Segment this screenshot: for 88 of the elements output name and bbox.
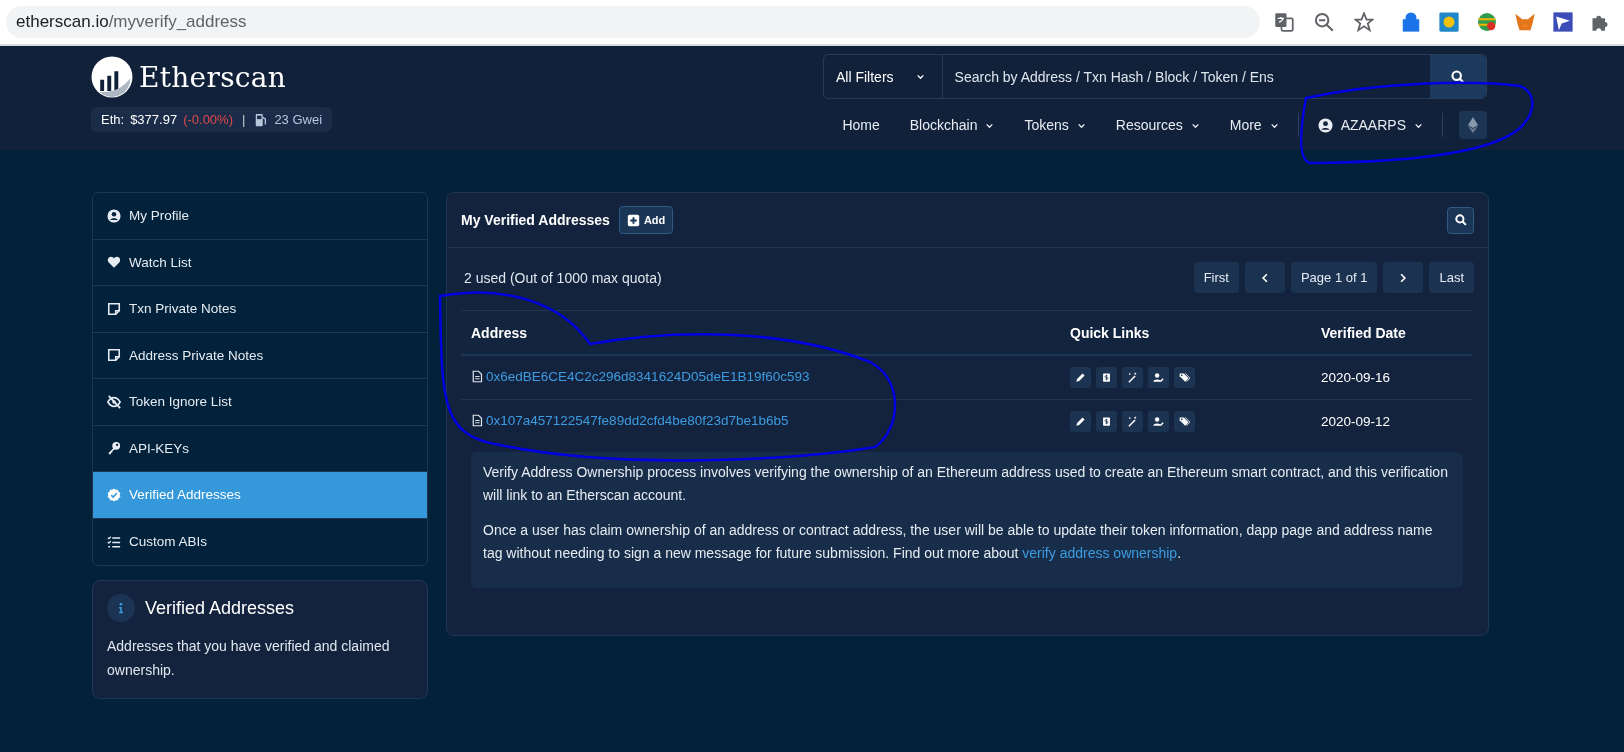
column-header: Verified Date bbox=[1311, 310, 1472, 355]
quick-link-button[interactable] bbox=[1070, 367, 1091, 388]
account-menu[interactable]: AZAARPS bbox=[1302, 117, 1438, 133]
first-page-button[interactable]: First bbox=[1193, 262, 1239, 293]
user-circle-icon bbox=[107, 208, 121, 223]
tags-icon bbox=[1179, 416, 1190, 427]
quick-link-button[interactable] bbox=[1174, 411, 1195, 432]
search-field[interactable]: All Filters Search by Address / Txn Hash / Block / Token / Ens bbox=[823, 54, 1487, 99]
chevron-left-icon bbox=[1259, 272, 1270, 283]
sidebar-item[interactable]: Watch List bbox=[93, 239, 427, 286]
nav-link[interactable]: Tokens bbox=[1009, 117, 1101, 133]
eth-price: $377.97 bbox=[130, 112, 178, 127]
translate-icon[interactable] bbox=[1274, 12, 1294, 32]
plus-square-icon bbox=[626, 213, 640, 227]
address-link[interactable]: 0x6edBE6CE4C2c296d8341624D05deE1B19f60c593 bbox=[486, 369, 810, 384]
quick-link-button[interactable] bbox=[1122, 367, 1143, 388]
key-icon bbox=[107, 441, 121, 456]
magic-wand-icon bbox=[1127, 372, 1138, 383]
eye-slash-icon bbox=[107, 394, 121, 409]
last-page-button[interactable]: Last bbox=[1429, 262, 1474, 293]
note-icon bbox=[107, 301, 121, 316]
sidebar-item[interactable]: Token Ignore List bbox=[93, 379, 427, 426]
note-paragraph: Verify Address Ownership process involves verifying the ownership of an Ethereum address used to create an Ethereum smart contract, and this verification will link to an Etherscan account. bbox=[483, 463, 1449, 505]
filter-dropdown[interactable]: All Filters bbox=[824, 55, 943, 98]
chevron-right-icon bbox=[1398, 272, 1409, 283]
quick-link-button[interactable] bbox=[1122, 411, 1143, 432]
magic-wand-icon bbox=[1127, 416, 1138, 427]
nav-link[interactable]: More bbox=[1214, 117, 1294, 133]
globe-icon[interactable] bbox=[1476, 11, 1498, 33]
nav-link[interactable]: Resources bbox=[1100, 117, 1215, 133]
page-indicator: Page 1 of 1 bbox=[1290, 262, 1378, 293]
quick-link-button[interactable] bbox=[1096, 367, 1117, 388]
search-button[interactable] bbox=[1430, 55, 1486, 98]
gas-price: 23 Gwei bbox=[274, 112, 323, 127]
sidebar-item[interactable]: Address Private Notes bbox=[93, 332, 427, 379]
address-bar[interactable]: etherscan.io/myverify_address bbox=[6, 6, 1260, 38]
gas-pump-icon bbox=[254, 112, 269, 127]
network-button[interactable] bbox=[1459, 111, 1487, 139]
sidebar-item[interactable]: Custom ABIs bbox=[93, 518, 427, 565]
info-title: Verified Addresses bbox=[145, 597, 295, 619]
verified-date: 2020-09-12 bbox=[1311, 399, 1472, 443]
extension-icon[interactable] bbox=[1438, 11, 1460, 33]
price-change: (-0.00%) bbox=[183, 112, 233, 127]
sidebar-item[interactable]: Txn Private Notes bbox=[93, 286, 427, 333]
send-icon[interactable] bbox=[1552, 11, 1574, 33]
info-text: Addresses that you have verified and claimed ownership. bbox=[107, 637, 391, 680]
note-icon bbox=[107, 348, 121, 363]
note-paragraph: Once a user has claim ownership of an address or contract address, the user will be able to update their token information, dapp page and address name tag without needing to sign a new message for future submission. Find out more about verify address ownership. bbox=[483, 521, 1434, 563]
check-badge-icon bbox=[107, 487, 121, 502]
file-icon bbox=[471, 370, 483, 383]
sidebar-item[interactable]: My Profile bbox=[93, 193, 427, 240]
search-icon bbox=[1454, 214, 1467, 226]
add-button[interactable]: Add bbox=[618, 206, 674, 234]
star-icon[interactable] bbox=[1354, 12, 1374, 32]
address-link[interactable]: 0x107a457122547fe89dd2cfd4be80f23d7be1b6b5 bbox=[486, 413, 789, 428]
nav-link[interactable]: Home bbox=[827, 117, 895, 133]
quick-link-button[interactable] bbox=[1070, 411, 1091, 432]
column-header: Quick Links bbox=[1060, 310, 1311, 355]
search-icon bbox=[1451, 69, 1465, 84]
user-edit-icon bbox=[1153, 372, 1164, 383]
quick-link-button[interactable] bbox=[1174, 367, 1195, 388]
user-edit-icon bbox=[1153, 416, 1164, 427]
quick-link-button[interactable] bbox=[1148, 411, 1169, 432]
quota-text: 2 used (Out of 1000 max quota) bbox=[464, 269, 662, 286]
checklist-icon bbox=[107, 534, 121, 549]
ethereum-icon bbox=[1465, 116, 1481, 134]
logo-text[interactable]: Etherscan bbox=[139, 60, 287, 94]
pencil-icon bbox=[1075, 372, 1086, 383]
price-label: Eth: bbox=[101, 112, 125, 127]
search-button[interactable] bbox=[1447, 206, 1474, 234]
verified-date: 2020-09-16 bbox=[1311, 355, 1472, 400]
pencil-icon bbox=[1075, 416, 1086, 427]
separator-text: | bbox=[242, 112, 246, 127]
nav-link[interactable]: Blockchain bbox=[894, 117, 1010, 133]
quick-link-button[interactable] bbox=[1096, 411, 1117, 432]
column-header: Address bbox=[461, 310, 1060, 355]
quick-link-button[interactable] bbox=[1148, 367, 1169, 388]
caret-icon bbox=[915, 72, 925, 81]
extension-icon[interactable] bbox=[1400, 11, 1422, 33]
file-icon bbox=[471, 414, 483, 427]
zoom-out-icon[interactable] bbox=[1314, 12, 1334, 32]
dollar-note-icon bbox=[1101, 372, 1112, 383]
heart-icon bbox=[107, 255, 121, 270]
tags-icon bbox=[1179, 372, 1190, 383]
card-title: My Verified Addresses bbox=[461, 212, 610, 228]
user-circle-icon bbox=[1317, 117, 1333, 133]
dollar-note-icon bbox=[1101, 416, 1112, 427]
etherscan-logo-icon bbox=[91, 56, 133, 98]
